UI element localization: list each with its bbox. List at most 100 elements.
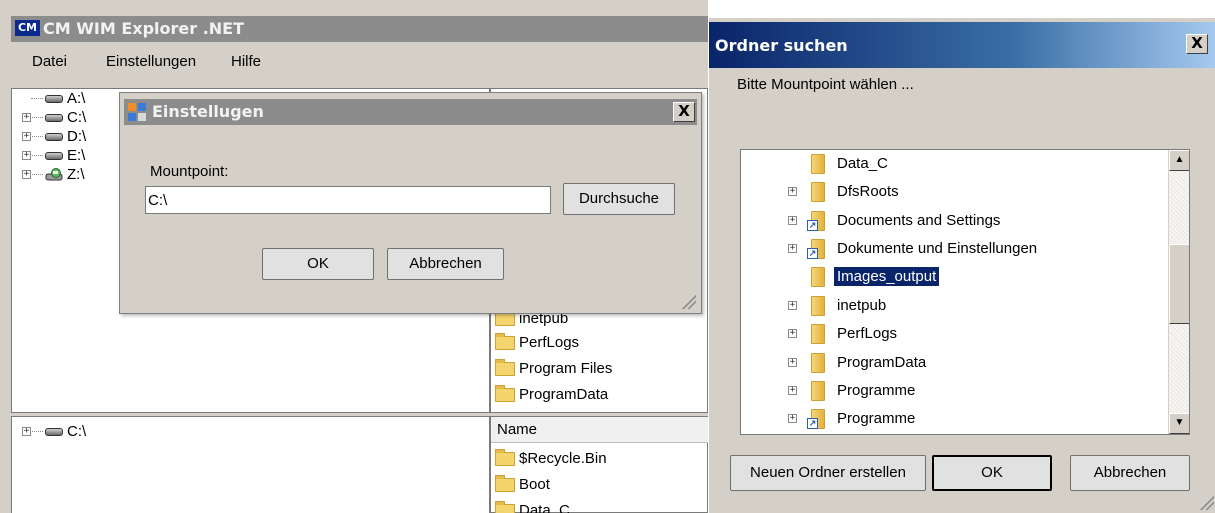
main-title-bar[interactable]: CM CM WIM Explorer .NET (11, 16, 708, 42)
file-list-bottom[interactable]: Name $Recycle.Bin Boot Data_C (490, 416, 708, 513)
folder-name: inetpub (837, 297, 887, 314)
tree-line (32, 136, 43, 137)
list-item-label: Boot (519, 476, 550, 493)
vertical-scrollbar[interactable]: ▲ ▼ (1168, 150, 1189, 434)
tree-item-c[interactable]: + C:\ (21, 422, 121, 442)
folder-tree-item[interactable]: + PerfLogs (741, 320, 1171, 348)
drive-icon (45, 428, 63, 436)
folder-dialog-title-bar[interactable]: Ordner suchen X (709, 22, 1215, 68)
drive-tree-bottom[interactable]: + C:\ (11, 416, 490, 513)
shortcut-overlay-icon: ↗ (807, 248, 818, 259)
folder-name: Documents and Settings (837, 212, 1001, 229)
column-header-label: Name (497, 421, 538, 438)
expand-icon[interactable]: + (22, 132, 31, 141)
folder-icon (811, 154, 825, 174)
close-button[interactable]: X (1186, 34, 1208, 54)
folder-name: Data_C (837, 155, 888, 172)
list-item-label: ProgramData (519, 386, 609, 403)
new-folder-button[interactable]: Neuen Ordner erstellen (730, 455, 926, 491)
column-header-name[interactable]: Name (491, 417, 708, 443)
settings-title-bar[interactable]: Einstellugen X (124, 99, 697, 125)
folder-tree-item[interactable]: + inetpub (741, 292, 1171, 320)
folder-dialog-prompt: Bitte Mountpoint wählen ... (737, 76, 914, 93)
tree-item-a[interactable]: A:\ (21, 89, 121, 109)
tree-item-label: D:\ (67, 128, 87, 145)
folder-icon (811, 324, 825, 344)
cancel-button[interactable]: Abbrechen (387, 248, 504, 280)
folder-icon (811, 267, 825, 287)
browse-button[interactable]: Durchsuche (563, 183, 675, 215)
ok-button[interactable]: OK (262, 248, 374, 280)
expand-icon[interactable]: + (22, 113, 31, 122)
folder-browser-dialog: Ordner suchen X Bitte Mountpoint wählen … (708, 18, 1215, 513)
mountpoint-label: Mountpoint: (150, 163, 229, 180)
tree-line (32, 155, 43, 156)
expand-icon[interactable]: + (788, 244, 797, 253)
folder-tree-item[interactable]: + ↗ Documents and Settings (741, 207, 1171, 235)
folder-tree-item[interactable]: + Programme (741, 377, 1171, 405)
tree-line (32, 174, 43, 175)
resize-grip-icon[interactable] (680, 293, 696, 309)
folder-name: Programme (837, 410, 916, 427)
tree-line (32, 431, 43, 432)
drive-icon (45, 152, 63, 160)
tree-item-d[interactable]: + D:\ (21, 127, 121, 147)
tree-item-e[interactable]: + E:\ (21, 146, 121, 166)
folder-tree-item[interactable]: + DfsRoots (741, 178, 1171, 206)
folder-tree-item[interactable]: + ↗ Programme (741, 405, 1171, 433)
cancel-button[interactable]: Abbrechen (1070, 455, 1190, 491)
drive-icon (45, 95, 63, 103)
list-item-label: PerfLogs (519, 334, 580, 351)
tree-item-z[interactable]: + Z:\ (21, 165, 121, 185)
folder-tree-item[interactable]: + ProgramData (741, 349, 1171, 377)
folder-name: Programme (837, 382, 916, 399)
expand-icon[interactable]: + (788, 301, 797, 310)
scroll-down-arrow-icon[interactable]: ▼ (1169, 413, 1189, 434)
expand-icon[interactable]: + (788, 216, 797, 225)
window-app-icon (128, 103, 146, 121)
expand-icon[interactable]: + (788, 358, 797, 367)
tree-item-label: E:\ (67, 147, 86, 164)
mountpoint-input[interactable] (145, 186, 551, 214)
expand-icon[interactable]: + (22, 151, 31, 160)
folder-tree[interactable]: Data_C + DfsRoots + ↗ Documents and Sett… (740, 149, 1190, 435)
tree-item-label: C:\ (67, 423, 87, 440)
app-logo-icon: CM (15, 20, 40, 36)
folder-name: Dokumente und Einstellungen (837, 240, 1038, 257)
folder-icon (811, 182, 825, 202)
folder-name: DfsRoots (837, 183, 899, 200)
list-item-label: $Recycle.Bin (519, 450, 607, 467)
folder-icon (495, 359, 515, 376)
folder-tree-item[interactable]: + ↗ Dokumente und Einstellungen (741, 235, 1171, 263)
tree-item-label: Z:\ (67, 166, 85, 183)
expand-icon[interactable]: + (22, 427, 31, 436)
folder-tree-item[interactable]: Data_C (741, 150, 1171, 178)
settings-dialog-title: Einstellugen (152, 102, 264, 121)
list-item-label: Program Files (519, 360, 613, 377)
folder-icon (811, 381, 825, 401)
ok-button[interactable]: OK (932, 455, 1052, 491)
expand-icon[interactable]: + (788, 329, 797, 338)
main-window-title: CM WIM Explorer .NET (43, 19, 245, 38)
menu-hilfe[interactable]: Hilfe (231, 53, 261, 70)
folder-icon (495, 475, 515, 492)
expand-icon[interactable]: + (22, 170, 31, 179)
shortcut-overlay-icon: ↗ (807, 220, 818, 231)
folder-icon (495, 501, 515, 513)
close-button[interactable]: X (673, 102, 695, 122)
expand-icon[interactable]: + (788, 187, 797, 196)
menu-datei[interactable]: Datei (32, 53, 67, 70)
menu-einstellungen[interactable]: Einstellungen (106, 53, 196, 70)
scrollbar-thumb[interactable] (1169, 244, 1189, 324)
tree-item-c[interactable]: + C:\ (21, 108, 121, 128)
folder-tree-item-selected[interactable]: Images_output (741, 263, 1171, 291)
scroll-up-arrow-icon[interactable]: ▲ (1169, 150, 1189, 171)
resize-grip-icon[interactable] (1198, 494, 1214, 510)
expand-icon[interactable]: + (788, 386, 797, 395)
folder-name: PerfLogs (837, 325, 898, 342)
expand-icon[interactable]: + (788, 414, 797, 423)
shortcut-overlay-icon: ↗ (807, 418, 818, 429)
folder-icon (495, 449, 515, 466)
list-item-label: Data_C (519, 502, 570, 513)
folder-name: ProgramData (837, 354, 927, 371)
